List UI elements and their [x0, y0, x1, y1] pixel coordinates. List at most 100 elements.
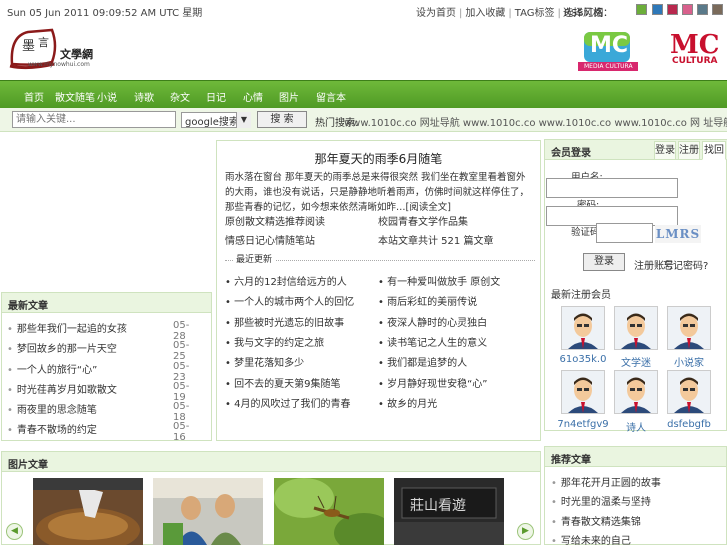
recent-item[interactable]: • 我与文字的约定之旅	[225, 334, 324, 349]
recent-item[interactable]: • 六月的12封信给远方的人	[225, 273, 347, 288]
skin-swatch-blue[interactable]	[652, 4, 663, 15]
member-name[interactable]: 小说家	[663, 354, 715, 369]
nav-item-poetry[interactable]: 诗歌	[134, 89, 154, 104]
list-item[interactable]: • 青春散文精选集锦	[551, 513, 641, 528]
skin-swatch-gray[interactable]	[697, 4, 708, 15]
top-bar: Sun 05 Jun 2011 09:09:52 AM UTC 星期 设为首页 |…	[0, 0, 727, 20]
nav-item-home[interactable]: 首页	[24, 89, 44, 104]
list-item[interactable]: • 时光荏苒岁月如歌散文	[7, 381, 117, 396]
add-favorite-link[interactable]: 加入收藏	[465, 8, 505, 19]
photo-thumbnail-insect[interactable]	[274, 478, 384, 545]
recent-item[interactable]: • 我们都是追梦的人	[378, 354, 467, 369]
featured-title[interactable]: 那年夏天的雨季6月随笔	[216, 150, 541, 167]
featured-link[interactable]: 校园青春文学作品集	[378, 213, 468, 228]
avatar[interactable]	[561, 306, 605, 350]
nav-item-pictures[interactable]: 图片	[279, 89, 299, 104]
tab-register[interactable]: 注册	[678, 141, 700, 160]
tab-recover[interactable]: 找回	[702, 141, 726, 160]
tag-link[interactable]: TAG标签	[515, 8, 555, 19]
captcha-field[interactable]	[596, 223, 653, 243]
list-item[interactable]: • 一个人的旅行“心”	[7, 361, 97, 376]
featured-summary: 雨水落在窗台 那年夏天的雨季总是来得很突然 我们坐在教室里看着窗外的大雨，谁也没…	[225, 172, 530, 213]
skin-swatch-brown[interactable]	[712, 4, 723, 15]
article-count: 本站文章共计 521 篇文章	[378, 236, 494, 247]
nav-item-diary[interactable]: 日记	[206, 89, 226, 104]
chevron-down-icon[interactable]: ▼	[236, 112, 251, 128]
avatar[interactable]	[667, 306, 711, 350]
member-name[interactable]: 61o35k.0	[557, 354, 609, 365]
cultura-logo-caption: CULTURA	[672, 56, 718, 66]
list-item[interactable]: • 时光里的温柔与坚持	[551, 493, 651, 508]
member-name[interactable]: 7n4etfgv9	[557, 419, 609, 430]
recent-item[interactable]: • 故乡的月光	[378, 395, 437, 410]
member-name[interactable]: 文学迷	[610, 354, 662, 369]
prev-arrow-icon[interactable]: ◀	[6, 523, 23, 540]
recent-item[interactable]: • 4月的风吹过了我们的青春	[225, 395, 350, 410]
media-cultura-logo[interactable]: MC MEDIA CULTURA	[576, 28, 640, 74]
featured-link[interactable]: 情感日记心情随笔站	[225, 232, 315, 247]
list-item[interactable]: • 那年花开月正圆的故事	[551, 474, 661, 489]
datetime: Sun 05 Jun 2011 09:09:52 AM UTC 星期	[7, 8, 203, 19]
avatar[interactable]	[667, 370, 711, 414]
list-item-date: 05-16	[173, 421, 190, 443]
skin-label: 选择风格：	[563, 8, 613, 19]
recent-item[interactable]: • 雨后彩虹的美丽传说	[378, 293, 477, 308]
set-homepage-link[interactable]: 设为首页	[416, 8, 456, 19]
svg-text:言: 言	[38, 36, 49, 49]
captcha-image[interactable]: LMRS	[655, 225, 701, 243]
recent-item[interactable]: • 回不去的夏天第9集随笔	[225, 375, 340, 390]
nav-item-essay[interactable]: 散文随笔	[55, 89, 95, 104]
nav-item-mood[interactable]: 心情	[243, 89, 263, 104]
list-item-date: 05-19	[173, 381, 190, 403]
photo-thumbnail-soup[interactable]	[33, 478, 143, 545]
avatar[interactable]	[614, 370, 658, 414]
recent-item[interactable]: • 那些被时光遗忘的旧故事	[225, 314, 344, 329]
mc-logo-caption: MEDIA CULTURA	[584, 63, 633, 70]
next-arrow-icon[interactable]: ▶	[517, 523, 534, 540]
list-item-date: 05-23	[173, 361, 190, 383]
search-button[interactable]: 搜 索	[257, 111, 307, 128]
featured-link[interactable]: 原创散文精选推荐阅读	[225, 213, 325, 228]
username-field[interactable]	[546, 178, 678, 198]
list-item-date: 05-28	[173, 320, 190, 342]
nav-item-novel[interactable]: 小说	[97, 89, 117, 104]
list-item[interactable]: • 写给未来的自己	[551, 532, 631, 545]
nav-item-prose[interactable]: 杂文	[170, 89, 190, 104]
skin-swatch-pink[interactable]	[682, 4, 693, 15]
forgot-password-link[interactable]: 忘记密码?	[663, 257, 708, 272]
photo-thumbnail-people[interactable]	[153, 478, 263, 545]
login-button[interactable]: 登录	[583, 253, 625, 271]
recent-updates-title: 最近更新	[233, 252, 276, 265]
list-item-date: 05-18	[173, 401, 190, 423]
avatar[interactable]	[614, 306, 658, 350]
svg-text:莊山看遊: 莊山看遊	[410, 498, 466, 514]
tab-login[interactable]: 登录	[654, 141, 676, 160]
cultura-logo[interactable]: MC CULTURA	[668, 30, 722, 70]
recent-item[interactable]: • 岁月静好现世安稳“心”	[378, 375, 487, 390]
list-item[interactable]: • 雨夜里的思念随笔	[7, 401, 97, 416]
search-input[interactable]	[12, 111, 176, 128]
member-name[interactable]: dsfebgfb	[663, 419, 715, 430]
photo-thumbnail-calligraphy[interactable]: 莊山看遊	[394, 478, 504, 545]
list-item[interactable]: • 青春不散场的约定	[7, 421, 97, 436]
skin-swatch-green[interactable]	[636, 4, 647, 15]
recent-item[interactable]: • 夜深人静时的心灵独白	[378, 314, 487, 329]
hotword-links[interactable]: www.1010c.co 网址导航 www.1010c.co www.1010c…	[344, 114, 727, 129]
nav-item-guestbook[interactable]: 留言本	[316, 89, 346, 104]
site-logo[interactable]: 墨 言 文學網 www.mynowhui.com	[8, 26, 108, 72]
recent-item[interactable]: • 一个人的城市两个人的回忆	[225, 293, 354, 308]
panel-title: 推荐文章	[545, 447, 726, 467]
svg-text:墨: 墨	[22, 39, 35, 54]
member-name[interactable]: 诗人	[610, 419, 662, 434]
list-item[interactable]: • 梦回故乡的那一片天空	[7, 340, 117, 355]
list-item-date: 05-25	[173, 340, 190, 362]
skin-swatch-red[interactable]	[667, 4, 678, 15]
recent-item[interactable]: • 梦里花落知多少	[225, 354, 304, 369]
mc-logo-text: MC	[590, 33, 629, 58]
bullet-icon: •	[7, 324, 13, 335]
recent-item[interactable]: • 有一种爱叫做放手 原创文	[378, 273, 500, 288]
logo-text: 文學網	[60, 48, 93, 61]
recent-item[interactable]: • 读书笔记之人生的意义	[378, 334, 487, 349]
avatar[interactable]	[561, 370, 605, 414]
main-nav: 首页 散文随笔 小说 诗歌 杂文 日记 心情 图片 留言本	[0, 80, 727, 108]
